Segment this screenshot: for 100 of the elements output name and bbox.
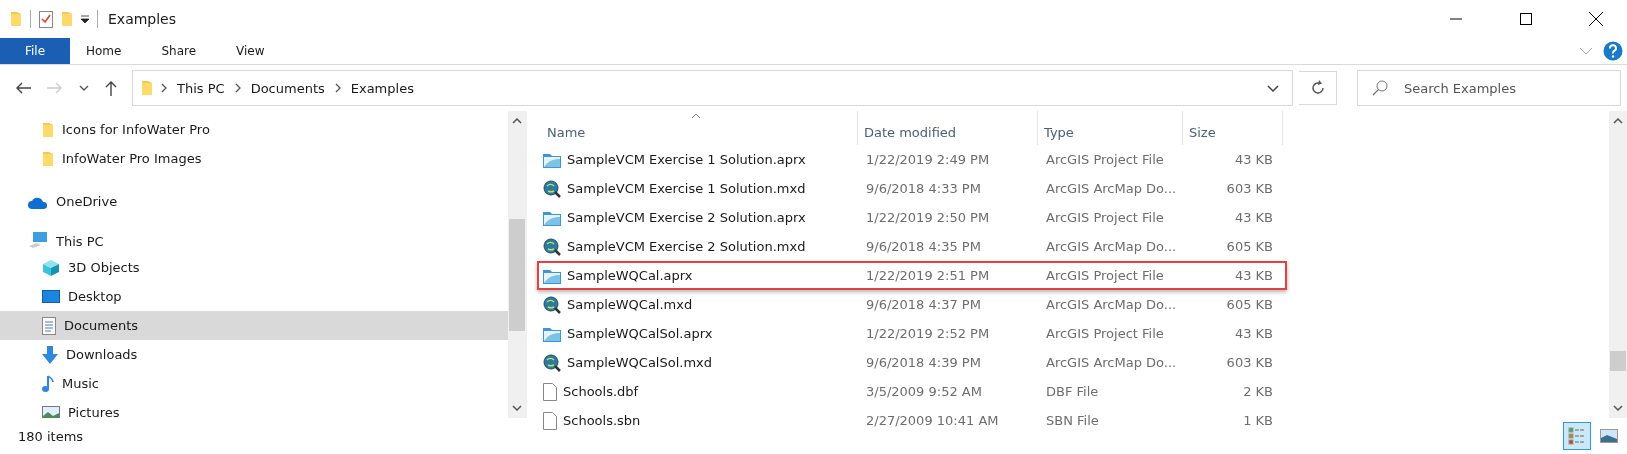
table-cell-text: 1/22/2019 2:49 PM (865, 152, 991, 167)
sidebar-item[interactable]: Desktop (0, 282, 508, 311)
blank-file-icon (543, 382, 557, 401)
expand-ribbon-icon[interactable] (1579, 47, 1593, 55)
scroll-up-icon (1613, 118, 1623, 124)
scroll-down-icon (1613, 405, 1623, 411)
address-bar[interactable]: This PC Documents Examples (132, 70, 1293, 106)
column-header[interactable]: Type (1038, 111, 1183, 145)
thumbnail-view-icon (1600, 429, 1618, 443)
scroll-down-icon (512, 405, 522, 411)
refresh-icon (1309, 80, 1326, 96)
sidebar-item[interactable]: Icons for InfoWater Pro (0, 115, 508, 144)
folder-icon (42, 150, 54, 167)
file-name[interactable]: SampleVCM Exercise 1 Solution.mxd (567, 181, 806, 196)
ribbon-tab[interactable]: Share (145, 38, 213, 64)
sort-ascending-icon (691, 113, 701, 119)
scrollbar[interactable] (508, 111, 526, 418)
sidebar-item[interactable]: InfoWater Pro Images (0, 144, 508, 173)
file-name[interactable]: SampleWQCalSol.mxd (567, 355, 713, 370)
table-cell-text: 2 KB (1242, 384, 1274, 399)
column-header[interactable]: Size (1183, 111, 1283, 145)
sidebar-item[interactable]: OneDrive (0, 173, 508, 213)
computer-icon (28, 231, 48, 249)
file-name[interactable]: Schools.sbn (563, 413, 641, 428)
music-note-icon (42, 374, 54, 393)
table-cell-text: 603 KB (1225, 181, 1274, 196)
blank-file-icon (543, 411, 557, 430)
globe-magnifier-icon (543, 237, 561, 256)
column-header[interactable]: Date modified (858, 111, 1038, 145)
table-cell-text: ArcGIS ArcMap Do... (1045, 239, 1178, 254)
breadcrumb-item[interactable]: This PC (175, 80, 227, 96)
close-icon (1589, 12, 1603, 26)
breadcrumb-item[interactable]: Examples (348, 80, 416, 96)
ribbon-tab[interactable]: Home (70, 38, 138, 64)
column-header[interactable]: Name (541, 111, 858, 145)
project-file-icon (543, 209, 561, 226)
monitor-icon (42, 289, 60, 304)
breadcrumb-item[interactable]: Documents (248, 80, 327, 96)
sidebar-item[interactable]: 3D Objects (0, 253, 508, 282)
globe-magnifier-icon (543, 295, 561, 314)
table-cell-text: ArcGIS Project File (1045, 152, 1165, 167)
sidebar-item[interactable]: This PC (0, 213, 508, 253)
file-name[interactable]: SampleVCM Exercise 1 Solution.aprx (567, 152, 806, 167)
checklist-icon[interactable] (39, 10, 53, 28)
chevron-right-icon (161, 83, 167, 93)
table-cell-text: 2/27/2009 10:41 AM (865, 413, 1000, 428)
project-file-icon (543, 325, 561, 342)
table-cell-text: 605 KB (1225, 239, 1274, 254)
table-cell-text: ArcGIS Project File (1045, 326, 1165, 341)
table-cell-text: 43 KB (1233, 152, 1274, 167)
window-title: Examples (108, 11, 177, 27)
file-name[interactable]: SampleWQCal.aprx (567, 268, 693, 283)
view-button[interactable] (1563, 422, 1591, 450)
file-name[interactable]: SampleWQCal.mxd (567, 297, 693, 312)
help-icon[interactable] (1603, 41, 1623, 61)
document-icon (42, 316, 56, 335)
sidebar-item[interactable]: Downloads (0, 340, 508, 369)
table-cell-text: 9/6/2018 4:39 PM (865, 355, 982, 370)
folder-icon (141, 80, 153, 96)
table-cell-text: 1/22/2019 2:50 PM (865, 210, 991, 225)
minimize-icon (1450, 18, 1462, 20)
ribbon-tab[interactable]: View (220, 38, 281, 64)
project-file-icon (543, 151, 561, 168)
file-name[interactable]: SampleVCM Exercise 2 Solution.mxd (567, 239, 806, 254)
sidebar-item[interactable]: Documents (0, 311, 508, 340)
chevron-down-icon (1267, 84, 1279, 92)
refresh-button[interactable] (1299, 71, 1337, 105)
table-cell-text: 9/6/2018 4:35 PM (865, 239, 982, 254)
file-name[interactable]: SampleVCM Exercise 2 Solution.aprx (567, 210, 806, 225)
globe-magnifier-icon (543, 353, 561, 372)
file-name[interactable]: Schools.dbf (563, 384, 639, 399)
search-box[interactable]: Search Examples (1357, 70, 1621, 106)
table-cell-text: ArcGIS ArcMap Do... (1045, 181, 1178, 196)
sidebar-item[interactable]: Music (0, 369, 508, 398)
scrollbar[interactable] (1609, 111, 1627, 418)
table-cell-text: ArcGIS Project File (1045, 268, 1165, 283)
chevron-right-icon (334, 83, 341, 93)
table-cell-text: 43 KB (1233, 268, 1274, 283)
scrollbar-thumb[interactable] (509, 219, 525, 331)
cube-icon (42, 258, 60, 277)
sidebar-item[interactable]: Pictures (0, 398, 508, 418)
scrollbar-thumb[interactable] (1610, 351, 1626, 371)
scroll-up-icon (512, 118, 522, 124)
table-cell-text: ArcGIS Project File (1045, 210, 1165, 225)
arrow-left-icon (15, 82, 31, 94)
cloud-icon (28, 197, 48, 209)
download-arrow-icon (42, 345, 58, 364)
table-cell-text: 1/22/2019 2:51 PM (865, 268, 991, 283)
item-count: 180 items (18, 428, 84, 444)
table-cell-text: ArcGIS ArcMap Do... (1045, 355, 1178, 370)
table-cell-text: 3/5/2009 9:52 AM (865, 384, 983, 399)
file-name[interactable]: SampleWQCalSol.aprx (567, 326, 713, 341)
table-cell-text: 1/22/2019 2:52 PM (865, 326, 991, 341)
dropdown-arrow-icon[interactable] (81, 15, 89, 23)
details-view-icon (1568, 427, 1586, 445)
table-cell-text: 603 KB (1225, 355, 1274, 370)
maximize-icon (1520, 13, 1532, 25)
table-cell-text: DBF File (1045, 384, 1100, 399)
ribbon-tab[interactable]: File (0, 38, 70, 64)
table-cell-text: 43 KB (1233, 210, 1274, 225)
